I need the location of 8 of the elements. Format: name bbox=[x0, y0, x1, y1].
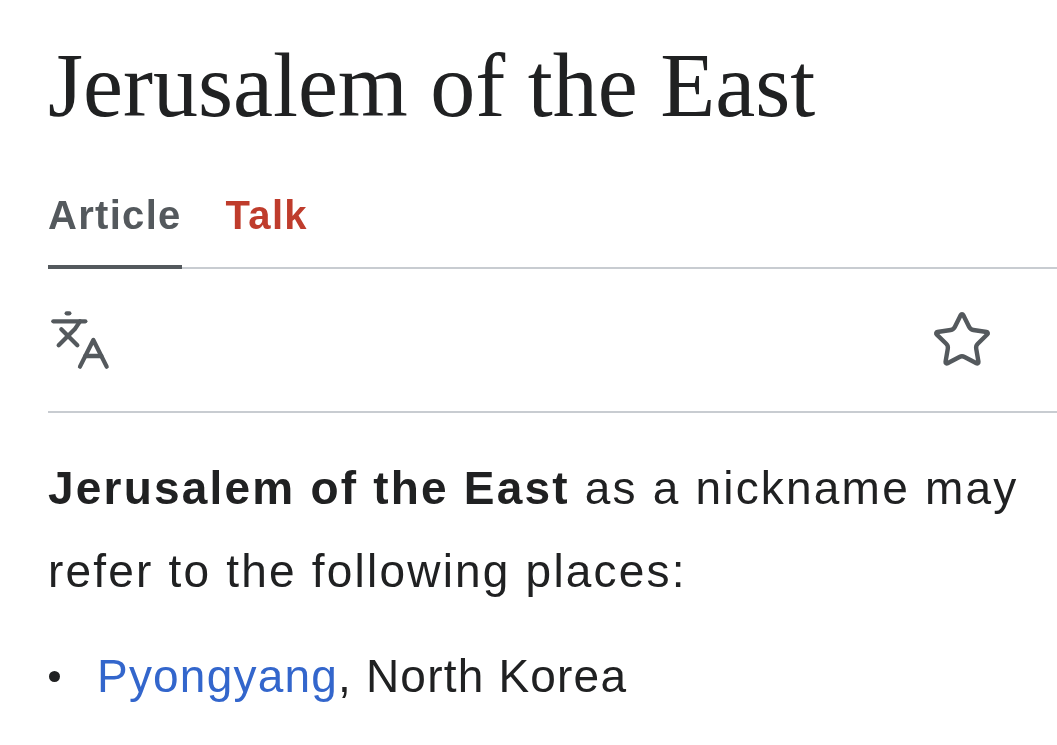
bullet-icon bbox=[49, 670, 60, 682]
list-item-text: Pyongyang, North Korea bbox=[97, 649, 628, 704]
language-icon[interactable] bbox=[48, 308, 112, 372]
link[interactable]: Pyongyang bbox=[97, 650, 338, 702]
intro-paragraph: Jerusalem of the East as a nickname may refer to the following places: bbox=[48, 461, 1020, 599]
tab[interactable]: Talk bbox=[225, 191, 308, 269]
page-title: Jerusalem of the East bbox=[48, 35, 817, 137]
tab[interactable]: Article bbox=[48, 191, 182, 269]
